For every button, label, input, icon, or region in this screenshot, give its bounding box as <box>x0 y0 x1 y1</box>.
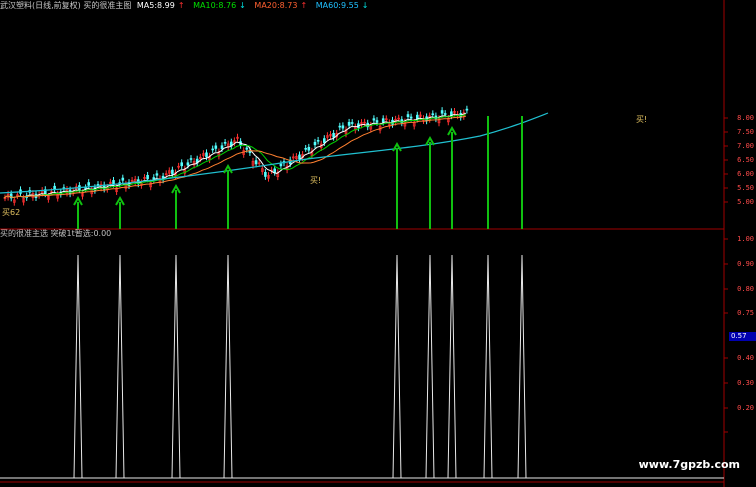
price-tick: 8.00 <box>737 114 754 122</box>
candle-body <box>214 145 218 149</box>
ma20-arrow-icon: ↑ <box>300 1 308 10</box>
price-tick: 5.00 <box>737 198 754 206</box>
price-tick: 6.00 <box>737 170 754 178</box>
price-tick: 7.00 <box>737 142 754 150</box>
ma60-label: MA60:9.55 ↓ <box>316 1 372 10</box>
indicator-tick: 0.40 <box>737 354 754 362</box>
indicator-spike <box>425 254 435 479</box>
candle-body <box>332 132 335 138</box>
candle-body <box>375 120 379 123</box>
candle-body <box>350 122 354 124</box>
candle-body <box>298 154 301 160</box>
ma20-value: MA20:8.73 <box>254 1 298 10</box>
candle-body <box>338 125 342 128</box>
indicator-tick: 0.80 <box>737 285 754 293</box>
buy-signal-label: 买! <box>310 176 322 185</box>
indicator-spike <box>223 254 233 479</box>
candle-body <box>443 113 447 115</box>
ma5-arrow-icon: ↑ <box>177 1 185 10</box>
candle-body <box>347 121 351 126</box>
candle-body <box>171 169 174 175</box>
chart-canvas[interactable] <box>0 0 756 487</box>
chart-header: 武汉塑料(日线,前复权) 买的很准主图 MA5:8.99 ↑ MA10:8.76 ↓… <box>0 0 375 12</box>
current-value-badge: 0.57 <box>729 332 756 341</box>
indicator-header: 买的很准主选 突破1t暂选:0.00 <box>0 229 112 238</box>
indicator-spike <box>171 254 181 479</box>
ma20-label: MA20:8.73 ↑ <box>254 1 310 10</box>
candle-body <box>189 158 193 160</box>
candle-body <box>304 148 308 150</box>
price-tick: 7.50 <box>737 128 754 136</box>
candle-body <box>322 138 326 143</box>
candle-body <box>341 125 345 129</box>
candle-body <box>465 108 469 111</box>
ma5-value: MA5:8.99 <box>136 1 175 10</box>
candle-body <box>313 141 317 146</box>
ma10-arrow-icon: ↓ <box>239 1 246 10</box>
candle-body <box>316 140 320 142</box>
indicator-spike <box>483 254 493 479</box>
candle-body <box>245 147 249 150</box>
candle-body <box>155 173 159 176</box>
candle-body <box>279 163 283 167</box>
indicator-tick: 0.90 <box>737 260 754 268</box>
candle-body <box>146 175 149 180</box>
candle-body <box>205 152 208 158</box>
candle-body <box>273 168 277 173</box>
candle-body <box>264 171 267 177</box>
candle-body <box>307 146 311 151</box>
stock-title: 武汉塑料(日线,前复权) 买的很准主图 <box>0 1 132 10</box>
price-tick: 5.50 <box>737 184 754 192</box>
ma60-line <box>0 112 549 194</box>
candle-body <box>87 182 90 186</box>
candle-body <box>112 180 115 185</box>
indicator-spike <box>115 254 125 479</box>
candle-body <box>406 114 410 118</box>
candle-body <box>440 110 444 114</box>
candle-body <box>254 160 258 165</box>
indicator-spike <box>73 254 83 479</box>
candle-body <box>381 118 385 123</box>
candle-body <box>180 162 183 167</box>
buy-signal-label: 买! <box>636 115 648 124</box>
watermark: www.7gpzb.com <box>638 458 740 471</box>
ma10-label: MA10:8.76 ↓ <box>193 1 249 10</box>
indicator-tick: 1.00 <box>737 235 754 243</box>
candle-body <box>220 145 224 149</box>
candle-body <box>372 118 376 121</box>
ma60-value: MA60:9.55 <box>315 1 359 10</box>
ma10-value: MA10:8.76 <box>193 1 237 10</box>
candle-body <box>211 148 214 151</box>
low-price-marker: 买62 <box>2 208 21 217</box>
indicator-spike <box>392 254 402 479</box>
candle-body <box>121 177 125 181</box>
indicator-tick: 0.75 <box>737 309 754 317</box>
price-tick: 6.50 <box>737 156 754 164</box>
ma60-arrow-icon: ↓ <box>361 1 369 10</box>
candle-body <box>223 142 227 144</box>
indicator-tick: 0.20 <box>737 404 754 412</box>
candle-body <box>409 116 413 119</box>
indicator-spike <box>517 254 527 479</box>
candle-body <box>186 162 190 166</box>
indicator-spike <box>447 254 457 479</box>
indicator-tick: 0.30 <box>737 379 754 387</box>
ma5-label: MA5:8.99 ↑ <box>137 1 188 10</box>
stock-chart-window: 武汉塑料(日线,前复权) 买的很准主图 MA5:8.99 ↑ MA10:8.76 ↓… <box>0 0 756 487</box>
candle-body <box>431 113 435 116</box>
